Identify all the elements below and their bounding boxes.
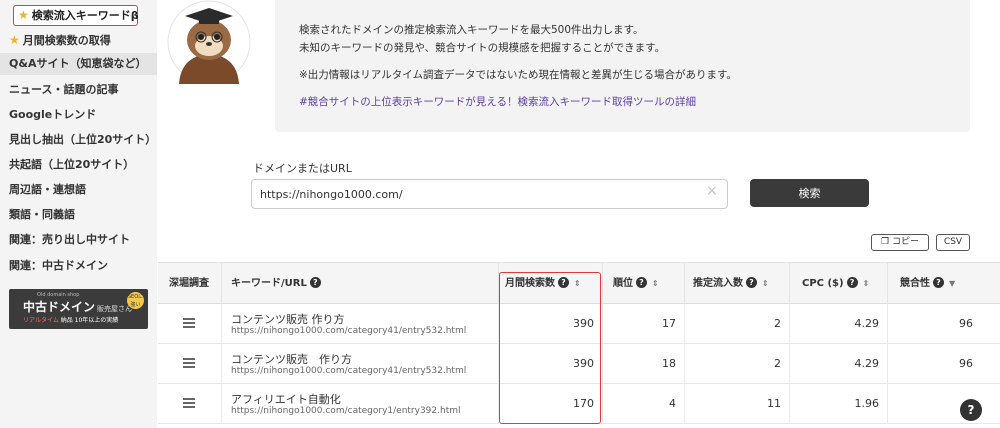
keyword-text: アフィリエイト自動化 xyxy=(231,393,341,406)
sidebar: ★ 検索流入キーワードβ ★ 月間検索数の取得 Q&Aサイト（知恵袋など） ニュース… xyxy=(0,0,157,428)
help-icon[interactable]: ? xyxy=(746,277,757,288)
copy-icon: ❐ xyxy=(881,237,890,247)
header-monthly-searches[interactable]: 月間検索数? ⇕ xyxy=(499,263,603,305)
monthly-searches-cell: 170 xyxy=(499,384,603,424)
copy-button[interactable]: ❐ コピー xyxy=(871,234,929,251)
table-header: 深堀調査 キーワード/URL? 月間検索数? ⇕ 順位? ⇕ 推定流入数? ⇕ CPC… xyxy=(158,262,1000,305)
sidebar-item-cooccurrence[interactable]: 共起語（上位20サイト） xyxy=(0,154,157,176)
competition-cell: 96 xyxy=(959,357,973,370)
sidebar-item-label: 関連：中古ドメイン xyxy=(9,259,108,272)
domain-url-label: ドメインまたはURL xyxy=(253,162,352,175)
info-panel: 検索されたドメインの推定検索流入キーワードを最大500件出力します。 未知のキー… xyxy=(275,0,970,132)
keyword-text: コンテンツ販売 作り方 xyxy=(231,353,352,366)
tool-details-link[interactable]: #競合サイトの上位表示キーワードが見える！検索流入キーワード取得ツールの詳細 xyxy=(299,94,696,109)
keyword-text: コンテンツ販売 作り方 xyxy=(231,313,345,326)
sidebar-item-label: 関連：売り出し中サイト xyxy=(9,233,130,246)
competition-cell xyxy=(888,384,1000,424)
cpc-cell: 4.29 xyxy=(790,344,888,384)
header-competition[interactable]: 競合性? ▼ xyxy=(888,263,1000,305)
sidebar-item-used-domains[interactable]: 関連：中古ドメイン xyxy=(0,255,157,277)
sidebar-item-label: 検索流入キーワードβ xyxy=(31,9,139,22)
clear-input-icon[interactable]: × xyxy=(706,183,718,199)
sidebar-item-qa-sites[interactable]: Q&Aサイト（知恵袋など） xyxy=(0,53,157,75)
keyword-url[interactable]: https://nihongo1000.com/category1/entry3… xyxy=(231,406,461,416)
monthly-searches-cell: 390 xyxy=(499,304,603,344)
mascot-avatar-icon xyxy=(167,0,251,84)
sidebar-item-label: Googleトレンド xyxy=(9,108,97,121)
help-icon[interactable]: ? xyxy=(933,277,944,288)
sidebar-item-search-inflow-keywords[interactable]: ★ 検索流入キーワードβ xyxy=(13,5,139,26)
sort-icon[interactable]: ⇕ xyxy=(762,279,769,288)
sort-desc-icon[interactable]: ▼ xyxy=(949,279,955,288)
sidebar-item-synonyms[interactable]: 類語・同義語 xyxy=(0,204,157,226)
domain-url-input[interactable] xyxy=(251,179,728,209)
sidebar-item-sites-for-sale[interactable]: 関連：売り出し中サイト xyxy=(0,229,157,251)
search-button[interactable]: 検索 xyxy=(750,179,869,207)
keyword-url[interactable]: https://nihongo1000.com/category41/entry… xyxy=(231,326,466,336)
header-rank[interactable]: 順位? ⇕ xyxy=(603,263,685,305)
cpc-cell: 1.96 xyxy=(790,384,888,424)
deep-dive-cell[interactable] xyxy=(158,304,222,344)
menu-icon[interactable] xyxy=(183,358,195,368)
keyword-cell: コンテンツ販売 作り方 https://nihongo1000.com/cate… xyxy=(222,304,499,344)
star-icon: ★ xyxy=(18,8,29,22)
csv-button[interactable]: CSV xyxy=(936,234,970,251)
copy-button-label: コピー xyxy=(891,237,919,247)
header-cpc[interactable]: CPC ($)? ⇕ xyxy=(790,263,888,305)
help-icon[interactable]: ? xyxy=(636,277,647,288)
keyword-cell: コンテンツ販売 作り方 https://nihongo1000.com/cate… xyxy=(222,344,499,384)
traffic-cell: 2 xyxy=(685,304,790,344)
competition-cell: 96 xyxy=(959,317,973,330)
rank-cell: 17 xyxy=(603,304,685,344)
monthly-searches-cell: 390 xyxy=(499,344,603,384)
sidebar-item-monthly-search-volume[interactable]: ★ 月間検索数の取得 xyxy=(0,29,157,52)
table-row: アフィリエイト自動化 https://nihongo1000.com/categ… xyxy=(158,384,1000,424)
cpc-cell: 4.29 xyxy=(790,304,888,344)
rank-cell: 4 xyxy=(603,384,685,424)
help-icon[interactable]: ? xyxy=(846,277,858,288)
sidebar-item-label: 類語・同義語 xyxy=(9,208,75,221)
help-icon[interactable]: ? xyxy=(309,277,321,288)
sort-icon[interactable]: ⇕ xyxy=(863,279,870,288)
help-button[interactable]: ? xyxy=(960,399,982,421)
sort-icon[interactable]: ⇕ xyxy=(652,279,659,288)
sidebar-item-label: 見出し抽出（上位20サイト） xyxy=(9,133,157,146)
banner-title: 中古ドメイン 販売屋さん xyxy=(23,300,133,314)
banner-subtitle: リアルタイム 納品 10年以上の実績 xyxy=(23,317,119,324)
header-estimated-traffic[interactable]: 推定流入数? ⇕ xyxy=(685,263,790,305)
table-row: コンテンツ販売 作り方 https://nihongo1000.com/cate… xyxy=(158,304,1000,344)
traffic-cell: 2 xyxy=(685,344,790,384)
header-deep-dive: 深堀調査 xyxy=(158,263,222,305)
sidebar-item-associated-words[interactable]: 周辺語・連想語 xyxy=(0,179,157,201)
deep-dive-cell[interactable] xyxy=(158,344,222,384)
sort-icon[interactable]: ⇕ xyxy=(574,279,581,288)
table-row: コンテンツ販売 作り方 https://nihongo1000.com/cate… xyxy=(158,344,1000,384)
menu-icon[interactable] xyxy=(183,318,195,328)
info-description-2: 未知のキーワードの発見や、競合サイトの規模感を把握することができます。 xyxy=(299,42,666,54)
sidebar-item-label: 周辺語・連想語 xyxy=(9,183,86,196)
info-notice: ※出力情報はリアルタイム調査データではないため現在情報と差異が生じる場合がありま… xyxy=(299,69,737,81)
traffic-cell: 11 xyxy=(685,384,790,424)
keyword-url[interactable]: https://nihongo1000.com/category41/entry… xyxy=(231,366,466,376)
help-icon[interactable]: ? xyxy=(558,277,569,288)
menu-icon[interactable] xyxy=(183,398,195,408)
keyword-cell: アフィリエイト自動化 https://nihongo1000.com/categ… xyxy=(222,384,499,424)
sidebar-item-label: ニュース・話題の記事 xyxy=(9,83,119,96)
star-icon: ★ xyxy=(9,33,20,47)
sidebar-item-label: 共起語（上位20サイト） xyxy=(9,158,135,171)
info-description-1: 検索されたドメインの推定検索流入キーワードを最大500件出力します。 xyxy=(299,24,644,36)
sidebar-item-headings[interactable]: 見出し抽出（上位20サイト） xyxy=(0,129,157,151)
header-keyword-url[interactable]: キーワード/URL? xyxy=(222,263,499,305)
banner-badge: SEOに強い xyxy=(127,292,144,309)
rank-cell: 18 xyxy=(603,344,685,384)
sidebar-item-label: 月間検索数の取得 xyxy=(22,34,111,47)
deep-dive-cell[interactable] xyxy=(158,384,222,424)
sidebar-item-google-trends[interactable]: Googleトレンド xyxy=(0,104,157,126)
sidebar-item-news[interactable]: ニュース・話題の記事 xyxy=(0,79,157,101)
used-domain-banner[interactable]: Old domain shop 中古ドメイン 販売屋さん リアルタイム 納品 10… xyxy=(9,289,148,329)
sidebar-item-label: Q&Aサイト（知恵袋など） xyxy=(9,57,147,70)
